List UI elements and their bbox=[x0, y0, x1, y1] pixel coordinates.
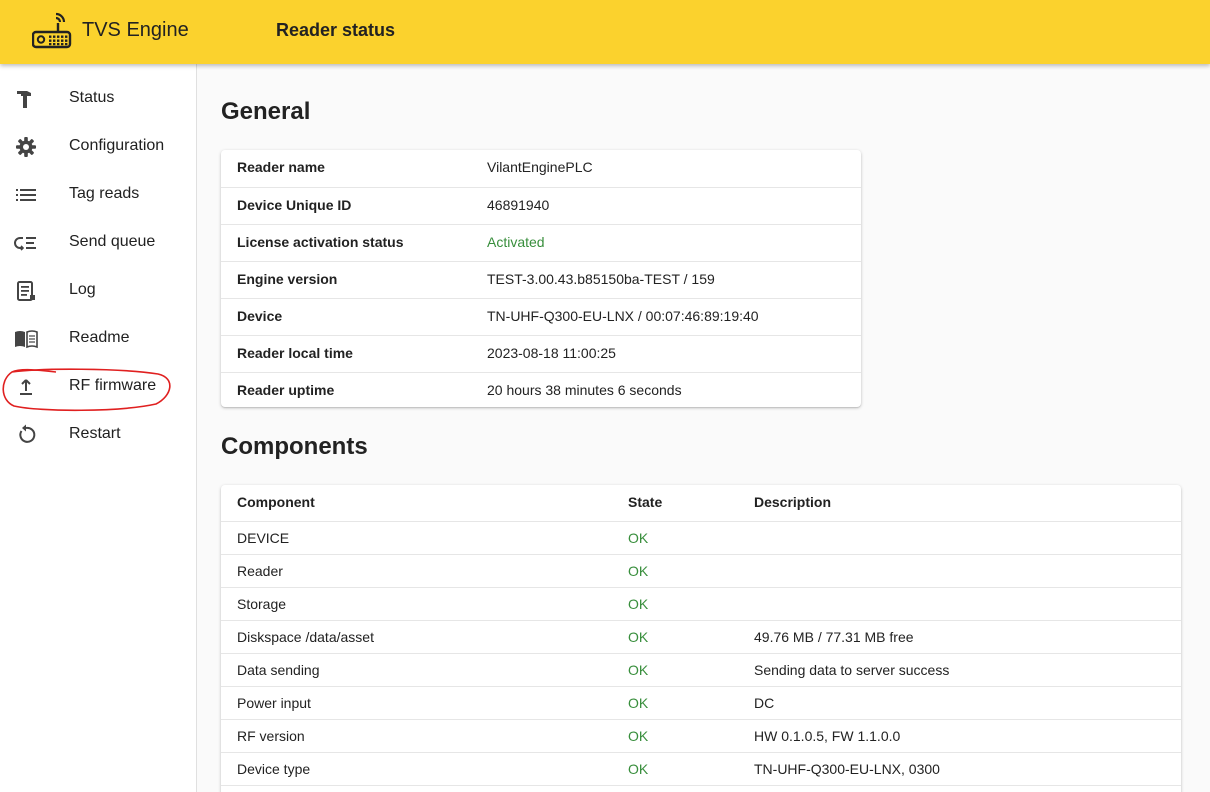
component-state: OK bbox=[628, 728, 649, 744]
highlight-annotation bbox=[2, 368, 171, 412]
component-description: HW 0.1.0.5, FW 1.1.0.0 bbox=[754, 728, 901, 744]
table-row: RF version OK HW 0.1.0.5, FW 1.1.0.0 bbox=[221, 719, 1181, 752]
general-row-local-time: Reader local time 2023-08-18 11:00:25 bbox=[221, 335, 861, 372]
general-key: License activation status bbox=[237, 234, 404, 250]
general-row-uptime: Reader uptime 20 hours 38 minutes 6 seco… bbox=[221, 372, 861, 409]
components-table: Component State Description DEVICE OK Re… bbox=[221, 485, 1181, 792]
component-name: Diskspace /data/asset bbox=[237, 629, 374, 645]
table-row: Data sending OK Sending data to server s… bbox=[221, 653, 1181, 686]
app-title: TVS Engine bbox=[82, 19, 189, 41]
general-row-reader-name: Reader name VilantEnginePLC bbox=[221, 150, 861, 187]
general-value: VilantEnginePLC bbox=[487, 159, 593, 175]
table-row: Device type OK TN-UHF-Q300-EU-LNX, 0300 bbox=[221, 752, 1181, 785]
log-icon bbox=[17, 281, 35, 301]
general-key: Reader local time bbox=[237, 345, 353, 361]
component-name: Device type bbox=[237, 761, 311, 777]
column-header-component: Component bbox=[237, 494, 315, 510]
general-value: TEST-3.00.43.b85150ba-TEST / 159 bbox=[487, 271, 715, 287]
sidebar: Status Configuration Tag reads Send queu… bbox=[0, 64, 197, 792]
component-name: Storage bbox=[237, 596, 287, 612]
gear-icon bbox=[16, 137, 36, 157]
general-row-engine-version: Engine version TEST-3.00.43.b85150ba-TES… bbox=[221, 261, 861, 298]
general-key: Device Unique ID bbox=[237, 197, 352, 213]
general-row-device: Device TN-UHF-Q300-EU-LNX / 00:07:46:89:… bbox=[221, 298, 861, 335]
component-state: OK bbox=[628, 695, 649, 711]
sidebar-item-status[interactable]: Status bbox=[0, 75, 196, 123]
list-icon bbox=[16, 189, 36, 201]
queue-icon bbox=[14, 237, 36, 251]
table-row: DEVICE OK bbox=[221, 521, 1181, 554]
component-name: Data sending bbox=[237, 662, 320, 678]
license-status-value: Activated bbox=[487, 234, 545, 250]
component-description: Sending data to server success bbox=[754, 662, 950, 678]
sidebar-item-restart[interactable]: Restart bbox=[0, 411, 196, 459]
general-value: 2023-08-18 11:00:25 bbox=[487, 345, 616, 361]
table-row: Power input OK DC bbox=[221, 686, 1181, 719]
table-row bbox=[221, 785, 1181, 792]
component-name: Power input bbox=[237, 695, 311, 711]
table-row: Storage OK bbox=[221, 587, 1181, 620]
sidebar-item-send-queue[interactable]: Send queue bbox=[0, 219, 196, 267]
component-state: OK bbox=[628, 761, 649, 777]
component-description: 49.76 MB / 77.31 MB free bbox=[754, 629, 914, 645]
general-row-device-unique-id: Device Unique ID 46891940 bbox=[221, 187, 861, 224]
sidebar-item-label: Log bbox=[69, 281, 96, 298]
general-key: Engine version bbox=[237, 271, 338, 287]
table-row: Reader OK bbox=[221, 554, 1181, 587]
page-title: Reader status bbox=[276, 20, 396, 40]
sidebar-item-tag-reads[interactable]: Tag reads bbox=[0, 171, 196, 219]
component-name: Reader bbox=[237, 563, 283, 579]
column-header-state: State bbox=[628, 494, 663, 510]
sidebar-item-label: Readme bbox=[69, 329, 130, 346]
component-name: DEVICE bbox=[237, 530, 290, 546]
sidebar-item-label: Restart bbox=[69, 425, 121, 442]
main-content: General Reader name VilantEnginePLC Devi… bbox=[197, 64, 1210, 792]
app-header: TVS Engine Reader status bbox=[0, 0, 1210, 64]
sidebar-item-log[interactable]: Log bbox=[0, 267, 196, 315]
general-value: 46891940 bbox=[487, 197, 550, 213]
column-header-description: Description bbox=[754, 494, 832, 510]
component-state: OK bbox=[628, 662, 649, 678]
component-state: OK bbox=[628, 563, 649, 579]
components-title: Components bbox=[221, 433, 368, 460]
sidebar-item-configuration[interactable]: Configuration bbox=[0, 123, 196, 171]
sidebar-item-label: Tag reads bbox=[69, 185, 140, 202]
sidebar-item-label: Status bbox=[69, 89, 115, 106]
component-name: RF version bbox=[237, 728, 305, 744]
sidebar-item-label: Send queue bbox=[69, 233, 156, 250]
component-state: OK bbox=[628, 629, 649, 645]
hammer-icon bbox=[17, 91, 31, 108]
component-description: DC bbox=[754, 695, 775, 711]
general-card: Reader name VilantEnginePLC Device Uniqu… bbox=[221, 150, 861, 407]
radio-router-icon[interactable] bbox=[32, 10, 72, 50]
component-description: TN-UHF-Q300-EU-LNX, 0300 bbox=[754, 761, 940, 777]
sidebar-item-label: Configuration bbox=[69, 137, 165, 154]
general-value: TN-UHF-Q300-EU-LNX / 00:07:46:89:19:40 bbox=[487, 308, 759, 324]
general-key: Reader name bbox=[237, 159, 325, 175]
sidebar-item-readme[interactable]: Readme bbox=[0, 315, 196, 363]
general-row-license-status: License activation status Activated bbox=[221, 224, 861, 261]
general-value: 20 hours 38 minutes 6 seconds bbox=[487, 382, 682, 398]
general-key: Reader uptime bbox=[237, 382, 335, 398]
general-key: Device bbox=[237, 308, 283, 324]
general-title: General bbox=[221, 98, 311, 125]
restart-icon bbox=[19, 424, 36, 443]
table-row: Diskspace /data/asset OK 49.76 MB / 77.3… bbox=[221, 620, 1181, 653]
component-state: OK bbox=[628, 596, 649, 612]
book-icon bbox=[15, 330, 38, 349]
table-header: Component State Description bbox=[221, 485, 1181, 521]
component-state: OK bbox=[628, 530, 649, 546]
